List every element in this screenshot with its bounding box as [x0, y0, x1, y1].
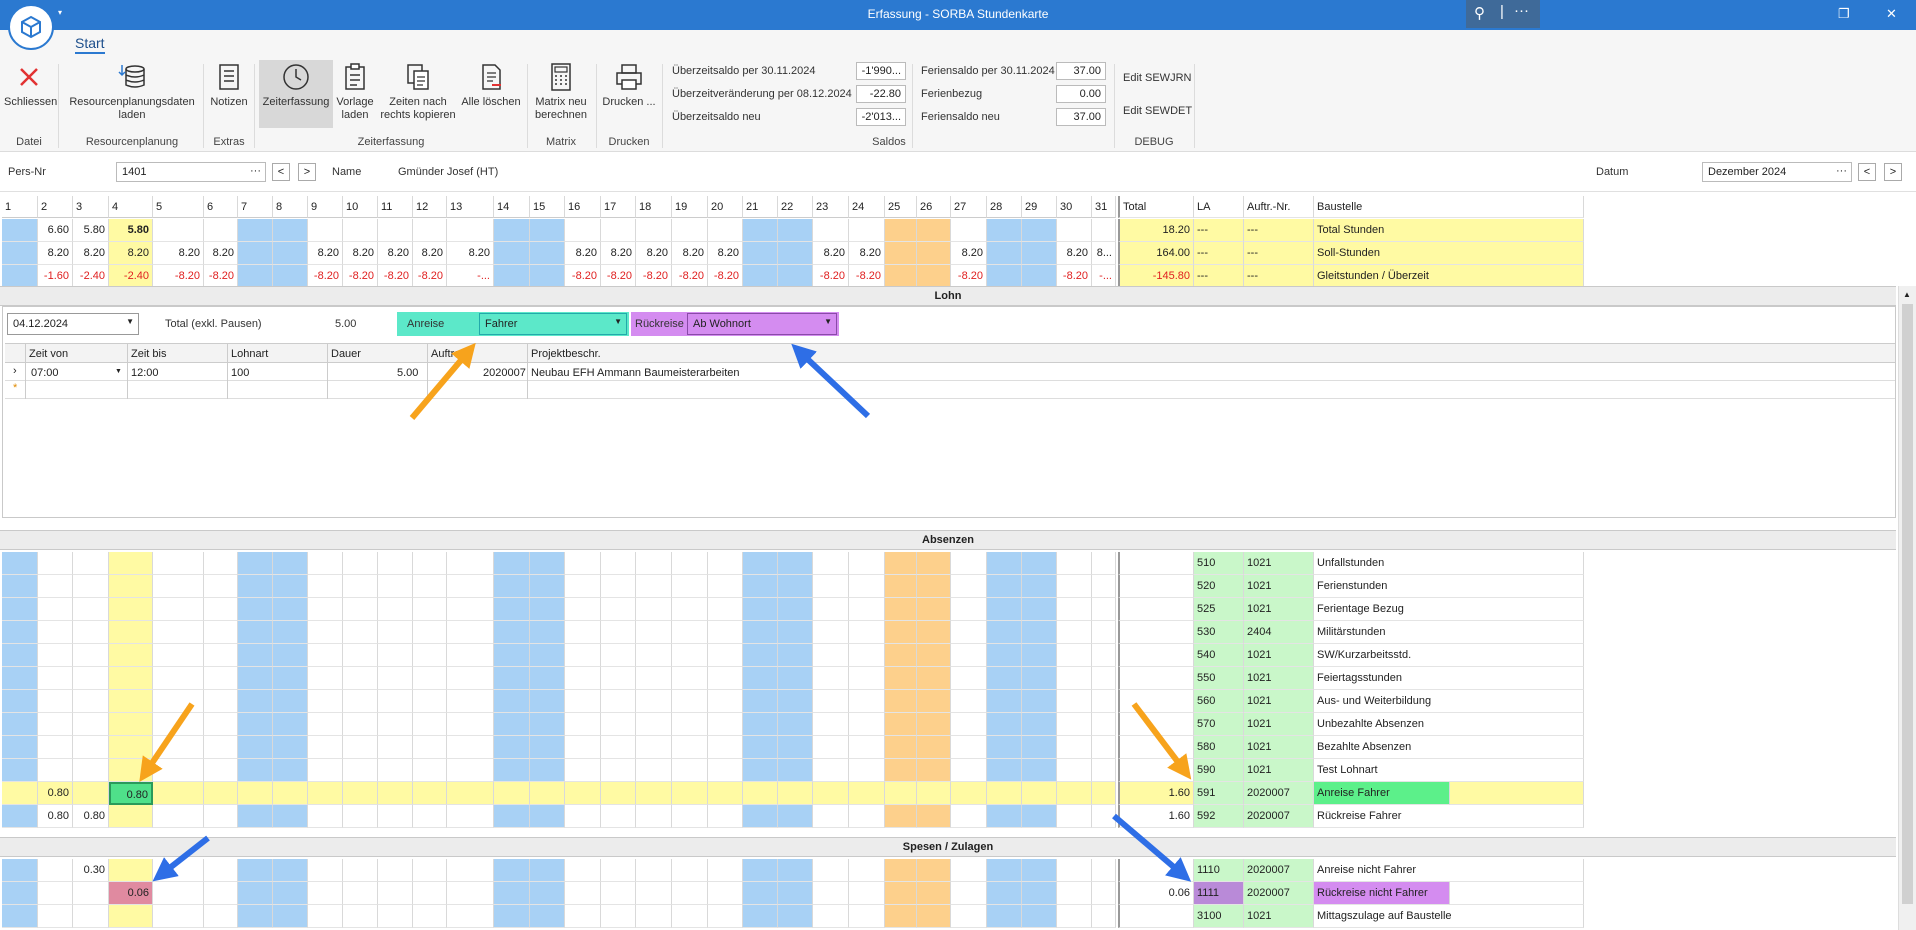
arrow-orange-cell [139, 702, 195, 782]
arrow-blue-cell [152, 835, 210, 882]
arrow-orange-anreise [409, 342, 476, 420]
arrow-blue-rueckreise [791, 343, 871, 419]
annotation-arrows [139, 342, 1192, 882]
arrow-orange-la591 [1131, 702, 1192, 780]
arrow-blue-la1111 [1112, 813, 1192, 882]
